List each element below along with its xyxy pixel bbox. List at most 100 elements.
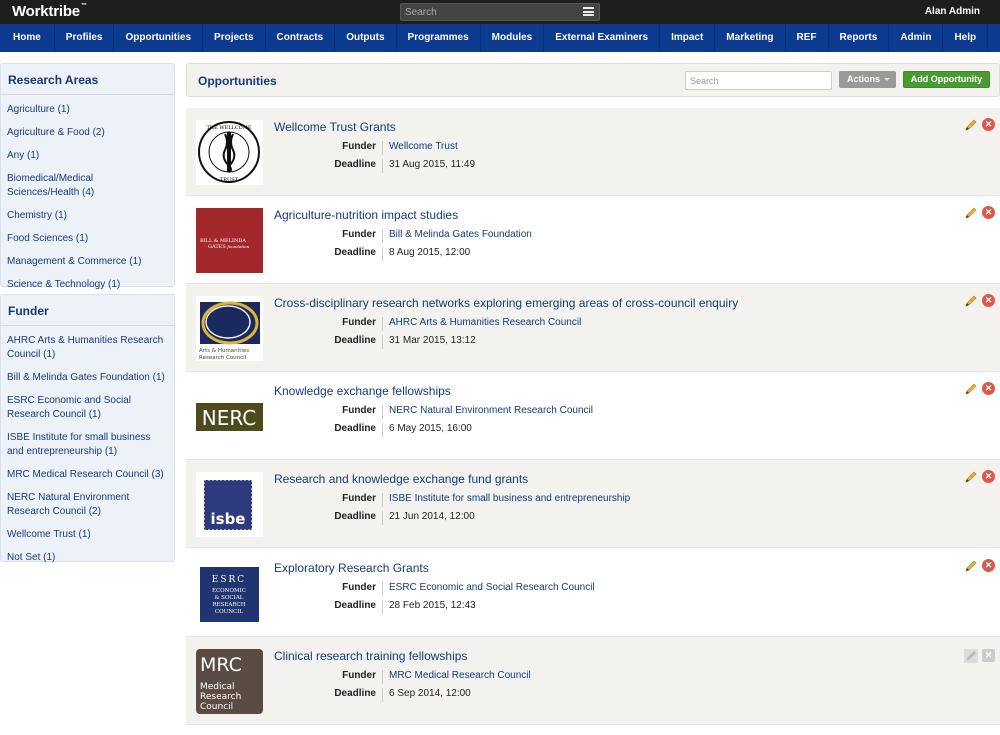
opportunity-title[interactable]: Knowledge exchange fellowships	[274, 384, 451, 398]
nav-profiles[interactable]: Profiles	[55, 24, 115, 52]
svg-text:Research: Research	[200, 692, 241, 702]
main-nav: Home Profiles Opportunities Projects Con…	[0, 24, 1000, 52]
funder-link[interactable]: MRC Medical Research Council	[382, 670, 531, 684]
caret-down-icon	[884, 78, 890, 81]
nerc-logo: NERC	[196, 384, 263, 449]
svg-text:ECONOMIC: ECONOMIC	[212, 588, 246, 594]
research-areas-panel: Research Areas Agriculture (1) Agricultu…	[0, 63, 175, 290]
nav-marketing[interactable]: Marketing	[715, 24, 786, 52]
pencil-icon[interactable]	[964, 470, 978, 484]
deadline-label: Deadline	[334, 247, 376, 258]
opportunity-row: BILL & MELINDA GATES foundation Agricult…	[186, 196, 1000, 284]
filter-science-technology[interactable]: Science & Technology (1)	[1, 273, 174, 296]
opportunity-title[interactable]: Clinical research training fellowships	[274, 649, 467, 663]
filter-isbe[interactable]: ISBE Institute for small business and en…	[1, 426, 174, 463]
nav-opportunities[interactable]: Opportunities	[114, 24, 204, 52]
filter-nerc[interactable]: NERC Natural Environment Research Counci…	[1, 486, 174, 523]
filter-management[interactable]: Management & Commerce (1)	[1, 250, 174, 273]
delete-icon[interactable]: ✕	[982, 206, 995, 219]
opportunity-row: THE WELLCOME TRUST Wellcome Trust Grants…	[186, 108, 1000, 196]
pencil-icon[interactable]	[964, 559, 978, 573]
pencil-icon[interactable]	[964, 206, 978, 220]
deadline-value: 28 Feb 2015, 12:43	[382, 600, 476, 614]
filter-not-set[interactable]: Not Set (1)	[1, 546, 174, 569]
delete-icon[interactable]: ✕	[982, 294, 995, 307]
deadline-label: Deadline	[334, 511, 376, 522]
opportunities-search-input[interactable]	[685, 71, 832, 90]
pencil-icon[interactable]	[964, 118, 978, 132]
nav-ref[interactable]: REF	[786, 24, 829, 52]
filter-biomedical[interactable]: Biomedical/Medical Sciences/Health (4)	[1, 167, 174, 204]
funder-link[interactable]: ISBE Institute for small business and en…	[382, 493, 630, 507]
nav-external-examiners[interactable]: External Examiners	[544, 24, 661, 52]
opportunities-header: Opportunities Actions Add Opportunity	[186, 63, 1000, 97]
research-areas-title: Research Areas	[1, 64, 174, 95]
nav-admin[interactable]: Admin	[889, 24, 944, 52]
opportunity-row: ESRC ECONOMIC & SOCIAL RESEARCH COUNCIL …	[186, 549, 1000, 637]
opportunity-title[interactable]: Agriculture-nutrition impact studies	[274, 208, 458, 222]
funder-label: Funder	[342, 493, 376, 504]
deadline-label: Deadline	[334, 335, 376, 346]
deadline-value: 8 Aug 2015, 12:00	[382, 247, 470, 261]
funder-label: Funder	[342, 229, 376, 240]
nav-programmes[interactable]: Programmes	[397, 24, 481, 52]
svg-text:Medical: Medical	[200, 682, 234, 692]
funder-link[interactable]: Wellcome Trust	[382, 141, 458, 155]
funder-link[interactable]: AHRC Arts & Humanities Research Council	[382, 317, 581, 331]
page-title: Opportunities	[198, 74, 277, 88]
opportunity-title[interactable]: Wellcome Trust Grants	[274, 120, 396, 134]
filter-esrc[interactable]: ESRC Economic and Social Research Counci…	[1, 389, 174, 426]
svg-text:isbe: isbe	[211, 510, 246, 528]
filter-mrc[interactable]: MRC Medical Research Council (3)	[1, 463, 174, 486]
nav-home[interactable]: Home	[0, 24, 55, 52]
deadline-label: Deadline	[334, 423, 376, 434]
funder-title: Funder	[1, 295, 174, 326]
add-opportunity-button[interactable]: Add Opportunity	[903, 71, 990, 88]
delete-icon[interactable]: ✕	[982, 118, 995, 131]
gates-foundation-logo: BILL & MELINDA GATES foundation	[196, 208, 263, 273]
worktribe-logo[interactable]: Worktribe™	[12, 3, 87, 20]
deadline-value: 31 Mar 2015, 13:12	[382, 335, 476, 349]
global-search[interactable]	[400, 3, 600, 21]
filter-gates[interactable]: Bill & Melinda Gates Foundation (1)	[1, 366, 174, 389]
filter-chemistry[interactable]: Chemistry (1)	[1, 204, 174, 227]
funder-label: Funder	[342, 317, 376, 328]
opportunity-title[interactable]: Cross-disciplinary research networks exp…	[274, 296, 738, 310]
pencil-icon[interactable]	[964, 382, 978, 396]
nav-contracts[interactable]: Contracts	[266, 24, 336, 52]
opportunity-title[interactable]: Research and knowledge exchange fund gra…	[274, 472, 528, 486]
nav-projects[interactable]: Projects	[203, 24, 266, 52]
delete-icon[interactable]: ✕	[982, 559, 995, 572]
filter-wellcome[interactable]: Wellcome Trust (1)	[1, 523, 174, 546]
svg-text:RESEARCH: RESEARCH	[212, 602, 245, 608]
deadline-label: Deadline	[334, 688, 376, 699]
svg-text:Research Council: Research Council	[199, 355, 247, 361]
nav-outputs[interactable]: Outputs	[335, 24, 397, 52]
filter-ahrc[interactable]: AHRC Arts & Humanities Research Council …	[1, 329, 174, 366]
menu-icon[interactable]	[583, 7, 594, 16]
deadline-label: Deadline	[334, 159, 376, 170]
funder-link[interactable]: ESRC Economic and Social Research Counci…	[382, 582, 595, 596]
pencil-icon[interactable]	[964, 294, 978, 308]
delete-icon[interactable]: ✕	[982, 382, 995, 395]
user-menu[interactable]: Alan Admin	[925, 6, 980, 17]
delete-icon[interactable]: ✕	[982, 470, 995, 483]
filter-agriculture-food[interactable]: Agriculture & Food (2)	[1, 121, 174, 144]
filter-food-sciences[interactable]: Food Sciences (1)	[1, 227, 174, 250]
nav-impact[interactable]: Impact	[660, 24, 716, 52]
global-search-input[interactable]	[401, 4, 581, 20]
opportunity-title[interactable]: Exploratory Research Grants	[274, 561, 429, 575]
funder-label: Funder	[342, 141, 376, 152]
filter-agriculture[interactable]: Agriculture (1)	[1, 98, 174, 121]
nav-reports[interactable]: Reports	[829, 24, 890, 52]
svg-text:ESRC: ESRC	[212, 575, 246, 585]
funder-link[interactable]: Bill & Melinda Gates Foundation	[382, 229, 532, 243]
actions-dropdown[interactable]: Actions	[839, 71, 896, 88]
deadline-value: 21 Jun 2014, 12:00	[382, 511, 475, 525]
svg-text:Council: Council	[200, 702, 233, 712]
nav-help[interactable]: Help	[943, 24, 989, 52]
delete-icon-disabled: ✕	[982, 649, 995, 662]
funder-link[interactable]: NERC Natural Environment Research Counci…	[382, 405, 593, 419]
nav-modules[interactable]: Modules	[481, 24, 545, 52]
filter-any[interactable]: Any (1)	[1, 144, 174, 167]
